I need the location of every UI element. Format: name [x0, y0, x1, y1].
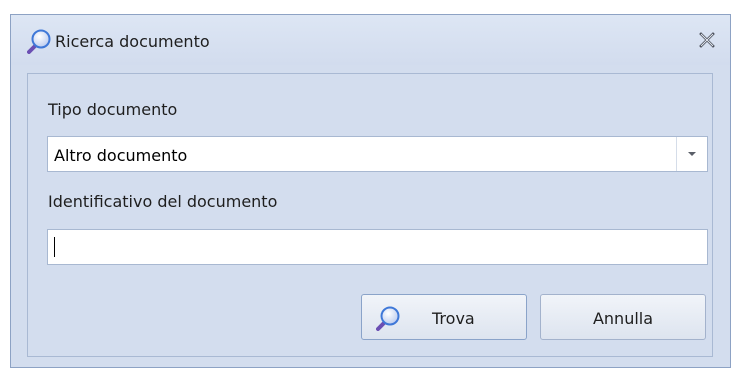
cancel-button-label: Annulla [592, 309, 654, 328]
search-button[interactable]: Trova [361, 294, 527, 340]
search-icon [27, 28, 53, 54]
document-id-input[interactable] [47, 229, 708, 265]
chevron-down-icon [688, 152, 696, 156]
document-id-label: Identificativo del documento [48, 192, 278, 211]
cancel-button[interactable]: Annulla [540, 294, 706, 340]
search-icon [376, 305, 402, 331]
close-icon[interactable] [698, 31, 716, 49]
title-bar[interactable]: Ricerca documento [11, 15, 730, 65]
document-type-label: Tipo documento [48, 100, 178, 119]
dropdown-button[interactable] [676, 137, 707, 171]
dialog-content-panel: Tipo documento Altro documento Identific… [27, 73, 713, 357]
search-document-dialog: Ricerca documento Tipo documento Altro d… [10, 14, 731, 368]
search-button-label: Trova [432, 309, 475, 328]
document-type-value: Altro documento [54, 146, 188, 165]
dialog-title: Ricerca documento [55, 32, 210, 51]
document-type-select[interactable]: Altro documento [47, 136, 708, 172]
text-caret [54, 237, 55, 257]
